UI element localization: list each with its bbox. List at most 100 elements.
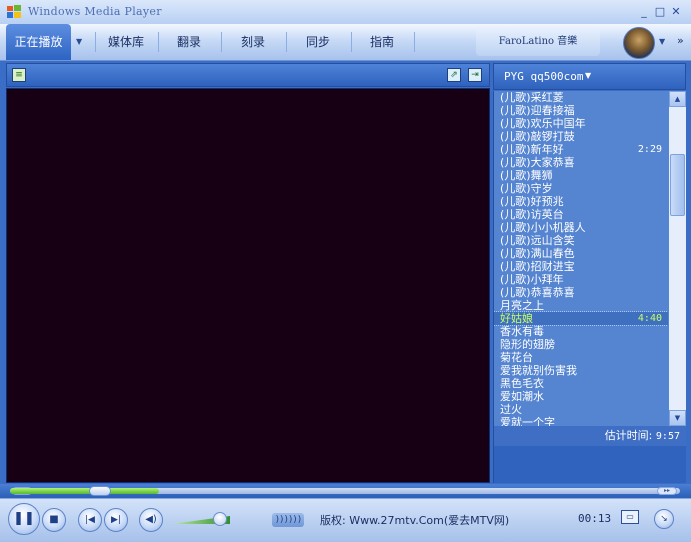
switch-skin-icon[interactable]: ↘ [654,509,674,529]
tab-library[interactable]: 媒体库 [96,24,156,60]
volume-thumb[interactable] [213,512,227,526]
video-options-icon[interactable]: ≡ [12,68,26,82]
playlist-item[interactable]: (儿歌)新年好 2:29 [494,143,668,156]
status-activity-indicator: )))))) [272,513,304,527]
tab-now-playing[interactable]: 正在播放 [6,24,71,60]
playlist-item[interactable]: (儿歌)大家恭喜 [494,156,668,169]
playlist-item[interactable]: (儿歌)采红菱 [494,91,668,104]
tab-divider [414,32,415,52]
playlist-item-title: 好姑娘 [500,312,533,325]
playlist-item[interactable]: 菊花台 [494,351,668,364]
feature-tab-bar: 正在播放 ▼ 媒体库 翻录 刻录 同步 指南 FaroLatino 音樂 ▼ » [0,24,691,61]
playlist-item[interactable]: (儿歌)舞狮 [494,169,668,182]
playlist-panel: (儿歌)采红菱 (儿歌)迎春接福 (儿歌)欢乐中国年 (儿歌)敲锣打鼓 (儿歌)新年好 2… [493,91,686,426]
playlist-item-title: (儿歌)小拜年 [500,273,564,286]
seek-area: ◂◂ ▸▸ [0,484,691,498]
playlist-item-title: 爱如潮水 [500,390,544,403]
media-player-window: Windows Media Player _ □ ✕ 正在播放 ▼ 媒体库 翻录… [0,0,691,542]
playlist-item[interactable]: (儿歌)小拜年 [494,273,668,286]
playlist-item-title: (儿歌)新年好 [500,143,564,156]
playlist-item-title: (儿歌)敲锣打鼓 [500,130,575,143]
minimize-button[interactable]: _ [638,6,650,18]
seek-thumb[interactable] [89,486,111,496]
tab-dropdown-icon[interactable]: ▼ [76,24,82,60]
playlist: (儿歌)采红菱 (儿歌)迎春接福 (儿歌)欢乐中国年 (儿歌)敲锣打鼓 (儿歌)新年好 2… [494,91,668,426]
maximize-button[interactable]: □ [654,6,666,18]
tab-burn[interactable]: 刻录 [222,24,284,60]
playlist-scrollbar[interactable]: ▲ ▼ [669,91,686,426]
pause-icon[interactable]: ❚❚ [8,503,40,535]
playlist-item[interactable]: (儿歌)满山春色 [494,247,668,260]
mute-icon[interactable]: ◀) [139,508,163,532]
playlist-item[interactable]: 爱就一个字 [494,416,668,426]
wmp-logo-icon [7,5,21,18]
playlist-item[interactable]: 黑色毛衣 [494,377,668,390]
playlist-item[interactable]: (儿歌)恭喜恭喜 [494,286,668,299]
video-toolbar: ≡ ⇗ ⇥ [6,63,490,87]
elapsed-time[interactable]: 00:13 [578,512,611,525]
playlist-item[interactable]: (儿歌)远山含笑 [494,234,668,247]
playlist-item[interactable]: (儿歌)访英台 [494,208,668,221]
playlist-item-title: (儿歌)守岁 [500,182,553,195]
tab-guide[interactable]: 指南 [352,24,412,60]
playlist-item-title: (儿歌)大家恭喜 [500,156,575,169]
playlist-name: PYG qq500com [504,70,584,83]
stop-icon[interactable]: ■ [42,508,66,532]
playlist-item-title: (儿歌)招财进宝 [500,260,575,273]
playlist-item-title: (儿歌)访英台 [500,208,564,221]
playlist-item-title: (儿歌)欢乐中国年 [500,117,586,130]
playlist-item[interactable]: (儿歌)招财进宝 [494,260,668,273]
playlist-caret-icon[interactable]: ▼ [585,71,591,80]
transport-controls: ❚❚ ■ |◀ ▶| ◀) )))))) 版权: Www.27mtv.Com(爱… [0,498,691,542]
tab-sync[interactable]: 同步 [287,24,349,60]
playlist-item-title: (儿歌)小小机器人 [500,221,586,234]
playlist-item[interactable]: 爱如潮水 [494,390,668,403]
playlist-item-title: 香水有毒 [500,325,544,338]
playlist-item[interactable]: (儿歌)迎春接福 [494,104,668,117]
playlist-item-title: 爱我就别伤害我 [500,364,577,377]
tab-rip[interactable]: 翻录 [159,24,219,60]
playlist-item-title: 黑色毛衣 [500,377,544,390]
scroll-up-button[interactable]: ▲ [669,91,686,107]
playlist-item-title: (儿歌)远山含笑 [500,234,575,247]
video-display[interactable] [6,88,490,483]
scroll-down-button[interactable]: ▼ [669,410,686,426]
more-chevron-icon[interactable]: » [677,34,684,47]
playlist-item[interactable]: 过火 [494,403,668,416]
volume-slider[interactable] [172,512,234,526]
close-button[interactable]: ✕ [670,6,682,18]
estimated-time-value: 9:57 [655,431,680,442]
playlist-item[interactable]: (儿歌)欢乐中国年 [494,117,668,130]
avatar[interactable] [623,27,655,59]
playlist-item-title: (儿歌)好预兆 [500,195,564,208]
title-bar[interactable]: Windows Media Player _ □ ✕ [0,0,691,25]
playlist-item[interactable]: (儿歌)好预兆 [494,195,668,208]
previous-icon[interactable]: |◀ [78,508,102,532]
shuffle-icon[interactable]: ⇗ [447,68,461,82]
status-text: 版权: Www.27mtv.Com(爱去MTV网) [320,514,510,527]
playlist-item-title: 月亮之上 [500,299,544,312]
playlist-item[interactable]: 香水有毒 [494,325,668,338]
playlist-item-title: 隐形的翅膀 [500,338,555,351]
playlist-header[interactable]: PYG qq500com ▼ [493,63,686,90]
playlist-item-title: (儿歌)舞狮 [500,169,553,182]
account-dropdown-icon[interactable]: ▼ [659,24,665,60]
next-icon[interactable]: ▶| [104,508,128,532]
playlist-item-duration: 2:29 [637,144,662,155]
mini-mode-icon[interactable]: ▭ [621,510,639,524]
playlist-item-title: 菊花台 [500,351,533,364]
playlist-item-title: 爱就一个字 [500,416,555,426]
skin-label[interactable]: FaroLatino 音樂 [476,28,600,56]
playlist-item[interactable]: 爱我就别伤害我 [494,364,668,377]
playlist-item[interactable]: (儿歌)守岁 [494,182,668,195]
playlist-footer [493,446,686,483]
playlist-item[interactable]: (儿歌)小小机器人 [494,221,668,234]
playlist-item[interactable]: 月亮之上 [494,299,668,312]
playlist-item-current[interactable]: 好姑娘 4:40 [494,311,668,326]
playlist-item-duration: 4:40 [637,313,662,324]
scroll-thumb[interactable] [670,154,685,216]
window-title: Windows Media Player [28,5,162,18]
playlist-item[interactable]: 隐形的翅膀 [494,338,668,351]
playlist-item[interactable]: (儿歌)敲锣打鼓 [494,130,668,143]
repeat-icon[interactable]: ⇥ [468,68,482,82]
